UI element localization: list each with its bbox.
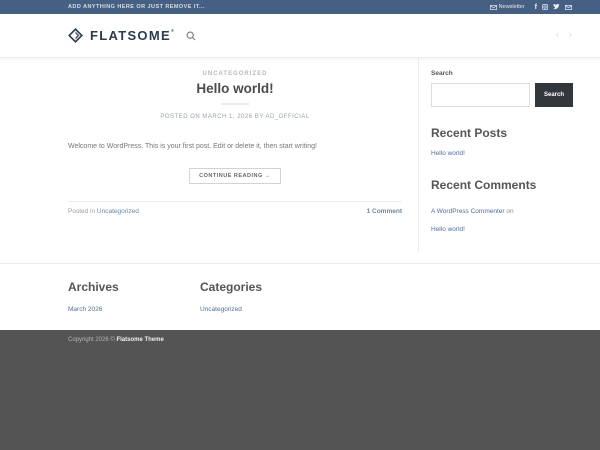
post-title[interactable]: Hello world!: [68, 81, 402, 96]
copyright-text: Copyright 2026 © Flatsome Theme: [68, 337, 573, 343]
archives-widget: Archives March 2026: [68, 280, 200, 330]
recent-posts-title: Recent Posts: [431, 126, 573, 140]
category-link[interactable]: Uncategorized: [200, 304, 332, 315]
chevron-left-icon[interactable]: ‹: [556, 30, 560, 41]
site-footer: Copyright 2026 © Flatsome Theme: [0, 330, 600, 450]
recent-post-link[interactable]: Hello world!: [431, 148, 573, 159]
sidebar: Search Search Recent Posts Hello world! …: [418, 58, 573, 252]
search-icon: [186, 31, 196, 41]
post-meta: POSTED ON MARCH 1, 2026 BY AD_OFFICIAL: [68, 114, 402, 120]
archives-title: Archives: [68, 280, 200, 294]
post-excerpt: Welcome to WordPress. This is your first…: [68, 142, 402, 153]
commented-post-link[interactable]: Hello world!: [431, 226, 465, 233]
post-category-label[interactable]: UNCATEGORIZED: [68, 71, 402, 77]
blog-post: UNCATEGORIZED Hello world! POSTED ON MAR…: [68, 58, 418, 252]
categories-title: Categories: [200, 280, 332, 294]
continue-reading-wrap: CONTINUE READING →: [68, 164, 402, 184]
instagram-icon[interactable]: [542, 4, 548, 10]
comment-count-link[interactable]: 1 Comment: [367, 208, 402, 215]
recent-comment-item: A WordPress Commenter on Hello world!: [431, 200, 573, 236]
archive-month-link[interactable]: March 2026: [68, 304, 200, 315]
twitter-icon[interactable]: [553, 4, 560, 10]
site-header: FLATSOME® ‹ ›: [0, 14, 600, 58]
envelope-icon: [490, 5, 499, 10]
header-arrows: ‹ ›: [556, 30, 572, 41]
header-search-toggle[interactable]: [186, 31, 196, 41]
facebook-icon[interactable]: f: [535, 4, 537, 11]
diamond-logo-icon: [66, 26, 85, 45]
registered-mark: ®: [171, 28, 175, 33]
chevron-right-icon[interactable]: ›: [568, 30, 572, 41]
topbar-right: Newsletter f: [490, 4, 572, 11]
search-widget-title: Search: [431, 70, 573, 77]
comment-on-word: on: [505, 208, 514, 215]
copyright-brand: Flatsome Theme: [116, 337, 163, 343]
post-footer: Posted in Uncategorized 1 Comment: [68, 201, 402, 215]
site-logo[interactable]: FLATSOME®: [66, 26, 175, 45]
posted-in: Posted in Uncategorized: [68, 208, 139, 215]
search-input[interactable]: [431, 83, 530, 107]
post-header: UNCATEGORIZED Hello world! POSTED ON MAR…: [68, 58, 402, 120]
topbar-message: ADD ANYTHING HERE OR JUST REMOVE IT...: [68, 4, 205, 10]
title-divider: [221, 103, 249, 105]
main-content: UNCATEGORIZED Hello world! POSTED ON MAR…: [0, 58, 600, 252]
top-bar: ADD ANYTHING HERE OR JUST REMOVE IT... N…: [0, 0, 600, 14]
categories-widget: Categories Uncategorized: [200, 280, 332, 330]
search-form: Search: [431, 83, 573, 107]
search-button[interactable]: Search: [535, 83, 573, 107]
posted-in-category-link[interactable]: Uncategorized: [97, 208, 139, 215]
continue-reading-button[interactable]: CONTINUE READING →: [189, 168, 281, 184]
social-links: f: [535, 4, 572, 11]
recent-comments-title: Recent Comments: [431, 178, 573, 192]
newsletter-label: Newsletter: [499, 4, 525, 10]
email-icon[interactable]: [565, 5, 572, 10]
newsletter-link[interactable]: Newsletter: [490, 4, 525, 10]
logo-text: FLATSOME®: [90, 28, 175, 43]
footer-widgets: Archives March 2026 Categories Uncategor…: [0, 263, 600, 330]
commenter-link[interactable]: A WordPress Commenter: [431, 208, 505, 215]
